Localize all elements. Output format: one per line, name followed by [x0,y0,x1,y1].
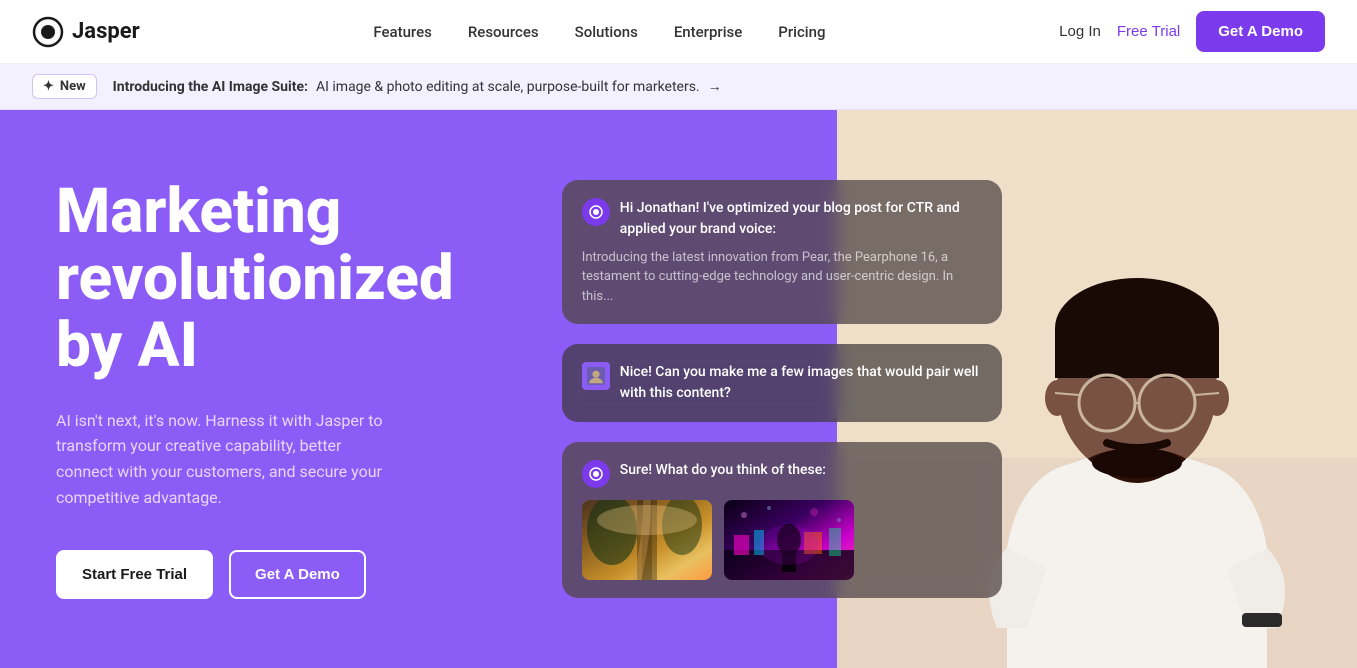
chat-image-1 [582,500,712,580]
hero-right: Hi Jonathan! I've optimized your blog po… [502,110,1357,668]
logo-text: Jasper [72,19,140,44]
hero-section: Marketing revolutionized by AI AI isn't … [0,110,1357,668]
free-trial-button[interactable]: Free Trial [1117,23,1180,40]
chat-bubble-1-header: Hi Jonathan! I've optimized your blog po… [582,198,982,240]
jasper-avatar-1 [582,198,610,226]
chat-image-2 [724,500,854,580]
sparkle-icon: ✦ [43,79,54,94]
user-photo-icon [587,367,605,385]
nav-pricing[interactable]: Pricing [778,23,825,41]
announcement-arrow: → [708,78,722,95]
announcement-body: AI image & photo editing at scale, purpo… [316,79,700,95]
login-button[interactable]: Log In [1059,23,1101,40]
nav-resources[interactable]: Resources [468,23,539,41]
announcement-bar[interactable]: ✦ New Introducing the AI Image Suite: AI… [0,64,1357,110]
navbar: Jasper Features Resources Solutions Ente… [0,0,1357,64]
announcement-bold: Introducing the AI Image Suite: [113,79,308,95]
nav-features[interactable]: Features [373,23,431,41]
new-badge-label: New [60,79,86,94]
user-avatar [582,362,610,390]
navbar-actions: Log In Free Trial Get A Demo [1059,11,1325,52]
chat-bubble-2: Nice! Can you make me a few images that … [562,344,1002,422]
generated-image-2 [724,500,854,580]
hero-title: Marketing revolutionized by AI [56,179,454,380]
start-free-trial-button[interactable]: Start Free Trial [56,550,213,599]
jasper-avatar-2 [582,460,610,488]
get-demo-button[interactable]: Get A Demo [1196,11,1325,52]
chat-bubble-3-header: Sure! What do you think of these: [582,460,982,488]
announcement-text: Introducing the AI Image Suite: AI image… [113,78,722,95]
chat-bubble-1: Hi Jonathan! I've optimized your blog po… [562,180,1002,325]
jasper-icon [588,204,604,220]
chat-bubble-2-text: Nice! Can you make me a few images that … [620,362,982,404]
hero-subtitle: AI isn't next, it's now. Harness it with… [56,408,396,510]
generated-image-1 [582,500,712,580]
chat-bubble-3: Sure! What do you think of these: [562,442,1002,598]
hero-left: Marketing revolutionized by AI AI isn't … [0,110,502,668]
nav-enterprise[interactable]: Enterprise [674,23,742,41]
chat-bubble-2-header: Nice! Can you make me a few images that … [582,362,982,404]
chat-images [582,500,982,580]
hero-buttons: Start Free Trial Get A Demo [56,550,454,599]
chat-bubble-1-text: Hi Jonathan! I've optimized your blog po… [620,198,982,240]
nav-solutions[interactable]: Solutions [575,23,638,41]
logo[interactable]: Jasper [32,16,140,48]
chat-bubble-3-text: Sure! What do you think of these: [620,460,826,481]
chat-area: Hi Jonathan! I've optimized your blog po… [562,180,1002,599]
jasper-icon-2 [588,466,604,482]
jasper-logo-icon [32,16,64,48]
chat-bubble-1-subtext: Introducing the latest innovation from P… [582,248,982,307]
get-demo-hero-button[interactable]: Get A Demo [229,550,366,599]
new-badge: ✦ New [32,74,97,99]
nav-links: Features Resources Solutions Enterprise … [373,22,825,41]
